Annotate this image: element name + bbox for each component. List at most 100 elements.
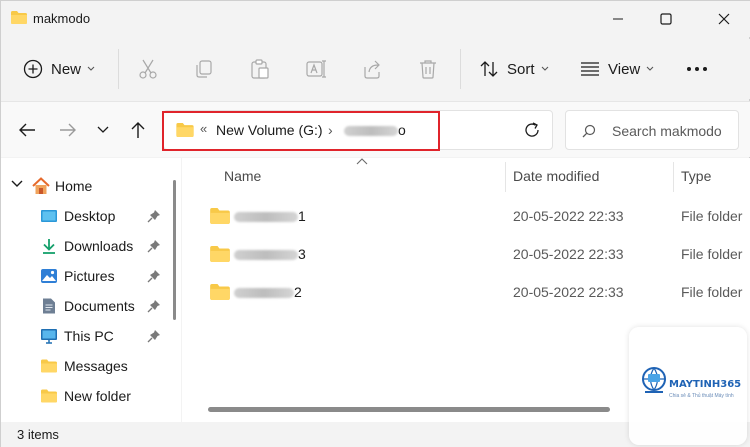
minimize-icon [613,18,623,20]
window-title: makmodo [33,11,91,26]
sort-button[interactable]: Sort [479,53,549,85]
paste-button[interactable] [248,57,272,81]
desktop-icon [41,210,57,222]
folder-icon [210,284,230,300]
highlight-box [162,111,440,151]
more-options-button[interactable] [685,57,709,81]
redacted-text [234,212,298,223]
share-button[interactable] [360,57,384,81]
table-row[interactable]: 1 20-05-2022 22:33 File folder [182,201,750,231]
more-icon [687,67,707,71]
chevron-down-icon[interactable] [11,180,23,188]
delete-button[interactable] [416,57,440,81]
back-button[interactable] [15,118,39,142]
search-box[interactable]: Search makmodo [565,110,739,150]
chevron-down-icon [541,66,548,71]
pin-icon [147,210,160,223]
paste-icon [251,59,269,79]
minimize-button[interactable] [595,1,641,37]
column-divider[interactable] [673,162,674,192]
refresh-icon[interactable] [523,121,541,139]
new-label: New [51,60,82,78]
rename-icon [306,60,326,78]
file-explorer-window: makmodo New Sort View « New Volume (G:) … [0,0,750,447]
file-date: 20-05-2022 22:33 [513,284,624,300]
home-icon [32,177,50,194]
view-icon [581,62,599,76]
copy-icon [196,60,212,78]
new-button[interactable]: New [23,53,95,85]
maximize-icon [660,13,672,25]
chevron-down-icon [97,126,109,133]
file-type: File folder [681,284,743,300]
nav-item-downloads[interactable]: Downloads [1,231,179,261]
command-bar: New Sort View [1,39,750,99]
separator [118,49,119,89]
nav-scrollbar[interactable] [173,180,176,320]
pin-icon [147,270,160,283]
nav-item-documents[interactable]: Documents [1,291,179,321]
separator [460,49,461,89]
nav-label: Pictures [64,268,115,284]
documents-icon [43,298,55,314]
search-input[interactable]: Search makmodo [612,123,722,139]
folder-icon [11,11,27,24]
watermark-name: MAYTINH365 [669,379,742,390]
chevron-down-icon [87,66,95,71]
file-name: 3 [234,246,306,262]
pin-icon [147,330,160,343]
rename-button[interactable] [304,57,328,81]
delete-icon [420,60,436,79]
arrow-up-icon [131,122,145,138]
item-count: 3 items [17,427,59,442]
pc-icon [41,329,57,344]
nav-label: New folder [64,388,131,404]
file-type: File folder [681,208,743,224]
copy-button[interactable] [192,57,216,81]
view-label: View [608,60,641,78]
column-header-date[interactable]: Date modified [513,168,599,184]
horizontal-scrollbar[interactable] [208,407,610,412]
view-button[interactable]: View [580,53,654,85]
nav-label: Desktop [64,208,116,224]
search-icon [582,124,596,138]
pin-icon [147,300,160,313]
title-bar[interactable]: makmodo [1,1,750,37]
column-header-type[interactable]: Type [681,168,711,184]
share-icon [364,60,380,79]
nav-item-desktop[interactable]: Desktop [1,201,179,231]
nav-item-this-pc[interactable]: This PC [1,321,179,351]
close-icon [718,13,730,25]
up-button[interactable] [126,118,150,142]
nav-label: Home [55,178,93,194]
file-name: 1 [234,208,306,224]
table-row[interactable]: 3 20-05-2022 22:33 File folder [182,239,750,269]
pin-icon [147,240,160,253]
file-date: 20-05-2022 22:33 [513,208,624,224]
nav-item-pictures[interactable]: Pictures [1,261,179,291]
table-row[interactable]: 2 20-05-2022 22:33 File folder [182,277,750,307]
folder-icon [41,389,57,403]
file-date: 20-05-2022 22:33 [513,246,624,262]
column-header-name[interactable]: Name [224,168,261,184]
address-row: « New Volume (G:) › o Search makmodo [1,101,750,157]
folder-icon [41,359,57,373]
chevron-down-icon [646,66,654,71]
nav-item-new-folder[interactable]: New folder [1,381,179,411]
folder-icon [210,246,230,262]
watermark-tagline: Chia sẻ & Thủ thuật Máy tính [669,393,734,399]
redacted-text [234,288,294,299]
pictures-icon [41,269,57,283]
nav-item-home[interactable]: Home [1,171,179,201]
nav-label: Documents [64,298,135,314]
recent-locations-button[interactable] [91,118,115,142]
close-button[interactable] [701,1,747,37]
column-divider[interactable] [505,162,506,192]
logo-globe-icon [642,367,666,393]
maximize-button[interactable] [643,1,689,37]
nav-item-messages[interactable]: Messages [1,351,179,381]
forward-button[interactable] [56,118,80,142]
cut-button[interactable] [136,57,160,81]
nav-label: This PC [64,328,114,344]
nav-label: Messages [64,358,128,374]
